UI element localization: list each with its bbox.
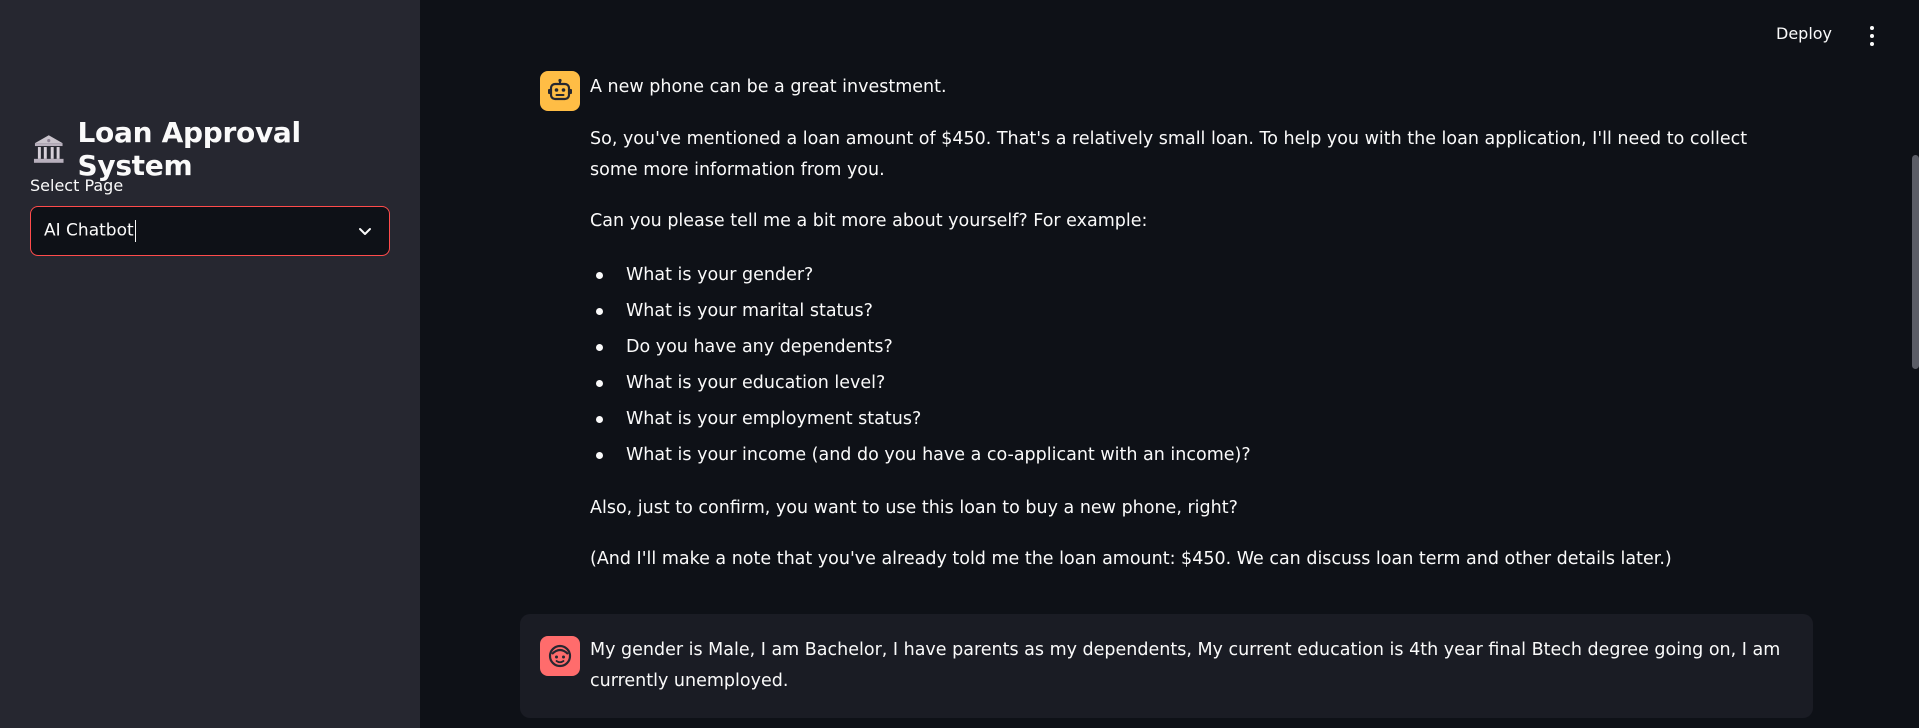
list-item: What is your education level? (590, 365, 1790, 401)
deploy-button[interactable]: Deploy (1776, 24, 1832, 43)
page-select-value-wrap: AI Chatbot (44, 220, 137, 242)
list-item: What is your gender? (590, 257, 1790, 293)
user-avatar (540, 636, 580, 676)
bot-paragraph: Also, just to confirm, you want to use t… (590, 498, 1238, 518)
question-list: What is your gender? What is your marita… (590, 257, 1790, 473)
app-title-text: Loan Approval System (77, 116, 302, 182)
select-page-label: Select Page (30, 176, 124, 195)
page-select[interactable]: AI Chatbot (30, 206, 390, 256)
scrollbar-thumb[interactable] (1912, 155, 1919, 369)
bot-message: A new phone can be a great investment. S… (590, 72, 1790, 595)
list-item: What is your income (and do you have a c… (590, 437, 1790, 473)
robot-icon (548, 78, 572, 101)
list-item: What is your marital status? (590, 293, 1790, 329)
text-caret (134, 220, 137, 242)
list-item: Do you have any dependents? (590, 329, 1790, 365)
bot-intro: A new phone can be a great investment. (590, 77, 947, 97)
bot-paragraph: Can you please tell me a bit more about … (590, 211, 1148, 231)
bot-avatar (540, 71, 580, 111)
bot-paragraph: (And I'll make a note that you've alread… (590, 549, 1672, 569)
chevron-down-icon (359, 228, 371, 235)
user-face-icon (548, 644, 572, 668)
bot-paragraph: So, you've mentioned a loan amount of $4… (590, 129, 1748, 180)
user-message: My gender is Male, I am Bachelor, I have… (590, 640, 1781, 691)
app-title: Loan Approval System (32, 116, 420, 182)
list-item: What is your employment status? (590, 401, 1790, 437)
page-select-value: AI Chatbot (44, 220, 134, 241)
kebab-menu-icon[interactable] (1862, 24, 1882, 48)
bank-building-icon (33, 135, 64, 163)
sidebar: Loan Approval System Select Page AI Chat… (0, 0, 420, 728)
